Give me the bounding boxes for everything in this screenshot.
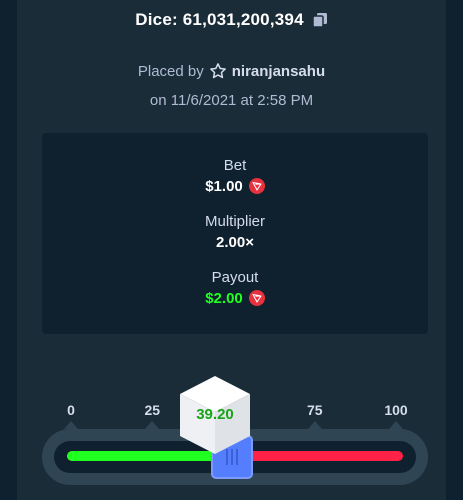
payout-label: Payout xyxy=(211,269,259,286)
tron-coin-icon xyxy=(248,290,265,306)
bet-value-row: $1.00 xyxy=(42,176,428,196)
payout-amount: $2.00 xyxy=(205,289,243,307)
placed-date: on 11/6/2021 at 2:58 PM xyxy=(149,92,314,109)
placed-by-label: Placed by xyxy=(137,62,204,80)
multiplier-value: 2.00× xyxy=(216,233,254,251)
bet-title: Dice: 61,031,200,394 xyxy=(135,10,304,29)
tick-label-0: 0 xyxy=(67,402,75,418)
tick-mark xyxy=(64,421,78,429)
bet-amount: $1.00 xyxy=(205,177,243,195)
payout-value-row: $2.00 xyxy=(42,288,428,308)
multiplier-label: Multiplier xyxy=(204,213,265,230)
bet-details-panel: Bet $1.00 Multiplier 2.00× Payout $2.00 xyxy=(42,133,428,334)
tick-label-100: 100 xyxy=(384,402,408,418)
tick-label-25: 25 xyxy=(144,402,161,418)
copy-icon[interactable] xyxy=(311,12,328,28)
bet-details-modal: Dice: 61,031,200,394 Placed by niranjans… xyxy=(17,0,446,500)
tron-coin-icon xyxy=(248,178,265,194)
result-value: 39.20 xyxy=(196,406,234,423)
background-left xyxy=(0,0,17,500)
tick-mark xyxy=(145,421,160,429)
bet-label: Bet xyxy=(223,157,247,174)
header: Dice: 61,031,200,394 xyxy=(17,8,446,32)
username-link[interactable]: niranjansahu xyxy=(232,63,325,80)
placed-by-row: Placed by niranjansahu xyxy=(17,60,446,82)
tick-mark xyxy=(389,421,403,429)
multiplier-value-row: 2.00× xyxy=(42,232,428,252)
result-dice-marker: 39.20 xyxy=(178,374,252,456)
background-right xyxy=(446,0,463,500)
star-icon xyxy=(209,63,226,79)
tick-mark xyxy=(307,421,322,429)
tick-label-75: 75 xyxy=(306,402,323,418)
